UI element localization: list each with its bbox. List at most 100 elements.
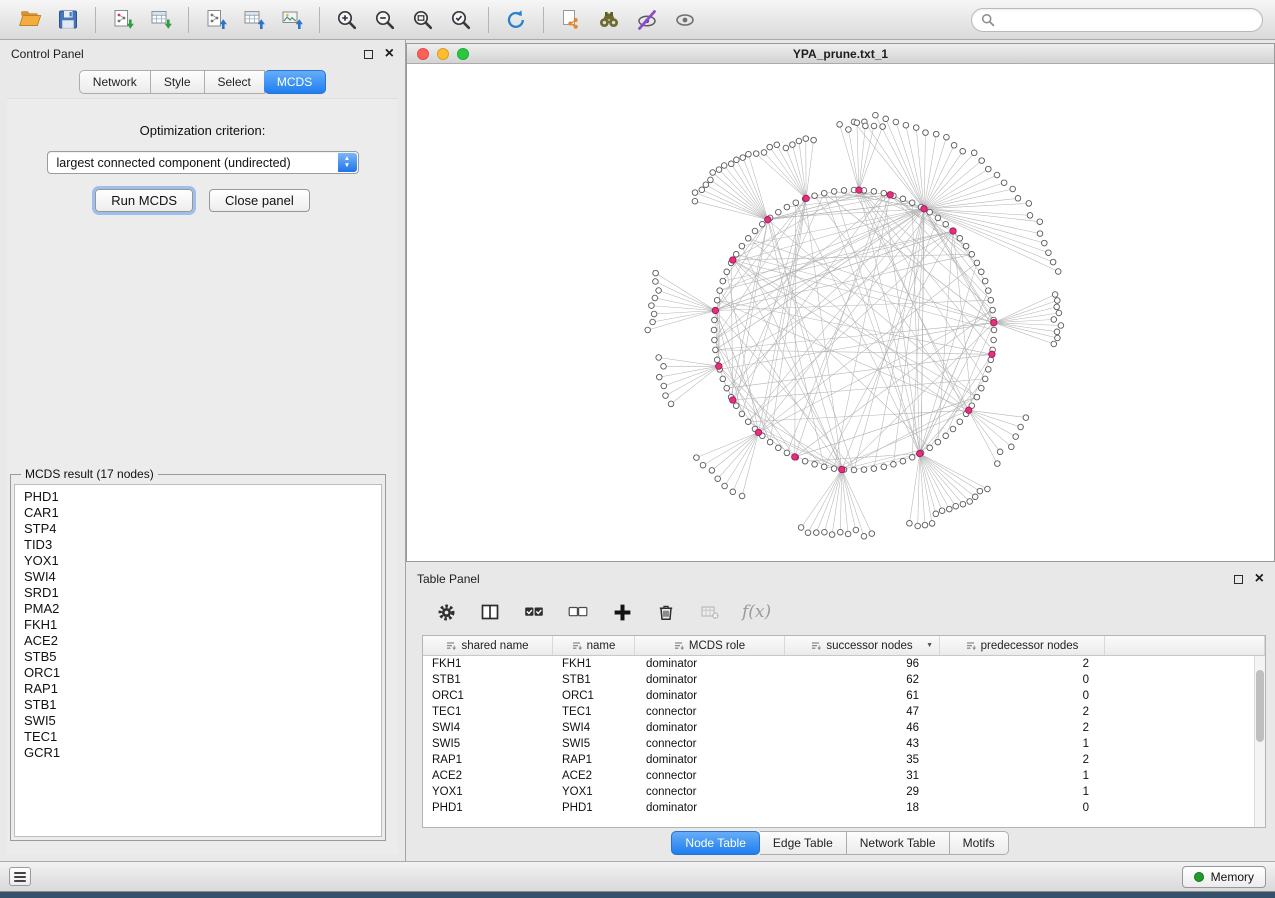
graph-node[interactable] (776, 209, 782, 215)
graph-node[interactable] (990, 307, 996, 313)
graph-node[interactable] (755, 429, 761, 435)
table-row[interactable]: TEC1TEC1connector472 (423, 704, 1265, 720)
graph-node[interactable] (663, 393, 669, 399)
tab-motifs[interactable]: Motifs (950, 831, 1009, 855)
close-window-icon[interactable] (417, 48, 429, 60)
graph-node[interactable] (692, 190, 698, 196)
graph-node[interactable] (1027, 213, 1033, 219)
graph-node[interactable] (909, 455, 915, 461)
mcds-result-item[interactable]: ORC1 (24, 665, 381, 681)
graph-node[interactable] (853, 527, 859, 533)
float-table-panel-icon[interactable] (1234, 575, 1243, 584)
graph-node[interactable] (753, 151, 759, 157)
graph-node[interactable] (841, 188, 847, 194)
zoom-in-button[interactable] (329, 4, 365, 36)
table-row[interactable]: SWI4SWI4dominator462 (423, 720, 1265, 736)
mcds-result-item[interactable]: RAP1 (24, 681, 381, 697)
graph-node[interactable] (957, 419, 963, 425)
graph-node[interactable] (900, 196, 906, 202)
graph-node[interactable] (805, 530, 811, 536)
graph-node[interactable] (821, 464, 827, 470)
graph-node[interactable] (960, 148, 966, 154)
graph-node[interactable] (953, 503, 959, 509)
graph-node[interactable] (927, 209, 933, 215)
graph-node[interactable] (1001, 180, 1007, 186)
graph-node[interactable] (963, 243, 969, 249)
graph-node[interactable] (699, 187, 705, 193)
graph-node[interactable] (935, 215, 941, 221)
graph-node[interactable] (1037, 219, 1043, 225)
graph-node[interactable] (714, 297, 720, 303)
graph-node[interactable] (761, 150, 767, 156)
mcds-result-item[interactable]: STB1 (24, 697, 381, 713)
graph-node[interactable] (943, 221, 949, 227)
graph-node[interactable] (971, 150, 977, 156)
graph-node[interactable] (881, 464, 887, 470)
graph-node[interactable] (829, 532, 835, 538)
graph-node[interactable] (652, 295, 658, 301)
graph-node[interactable] (812, 462, 818, 468)
graph-node[interactable] (793, 200, 799, 206)
graph-node[interactable] (812, 193, 818, 199)
graph-node[interactable] (861, 534, 867, 540)
graph-node[interactable] (713, 347, 719, 353)
criterion-dropdown[interactable]: largest connected component (undirected)… (47, 151, 359, 174)
graph-node[interactable] (929, 521, 935, 527)
show-hide-button[interactable] (667, 4, 703, 36)
graph-node[interactable] (947, 506, 953, 512)
graph-node[interactable] (951, 143, 957, 149)
graph-node[interactable] (950, 228, 956, 234)
select-all-rows-button[interactable] (522, 600, 546, 624)
graph-node[interactable] (982, 278, 988, 284)
graph-node[interactable] (991, 320, 997, 326)
graph-node[interactable] (1026, 201, 1032, 207)
graph-node[interactable] (933, 131, 939, 137)
column-header-name[interactable]: name (553, 636, 635, 655)
graph-node[interactable] (1055, 269, 1061, 275)
graph-node[interactable] (745, 236, 751, 242)
graph-node[interactable] (1042, 240, 1048, 246)
graph-node[interactable] (831, 466, 837, 472)
maximize-window-icon[interactable] (457, 48, 469, 60)
column-header-MCDS-role[interactable]: MCDS role (635, 636, 785, 655)
delete-rows-button[interactable] (654, 600, 678, 624)
graph-node[interactable] (944, 134, 950, 140)
graph-node[interactable] (986, 367, 992, 373)
graph-node[interactable] (974, 394, 980, 400)
graph-node[interactable] (784, 204, 790, 210)
graph-node[interactable] (900, 458, 906, 464)
memory-button[interactable]: Memory (1182, 866, 1266, 888)
graph-node[interactable] (986, 166, 992, 172)
graph-node[interactable] (972, 494, 978, 500)
graph-node[interactable] (1051, 341, 1057, 347)
import-disabled-button[interactable] (698, 600, 722, 624)
graph-node[interactable] (811, 137, 817, 143)
mcds-result-item[interactable]: TID3 (24, 537, 381, 553)
graph-node[interactable] (927, 445, 933, 451)
scrollbar-thumb[interactable] (1256, 670, 1264, 742)
graph-node[interactable] (822, 529, 828, 535)
graph-node[interactable] (921, 206, 927, 212)
network-canvas[interactable] (407, 64, 1274, 561)
mcds-result-list[interactable]: PHD1CAR1STP4TID3YOX1SWI4SRD1PMA2FKH1ACE2… (14, 484, 382, 837)
graph-node[interactable] (740, 155, 746, 161)
graph-node[interactable] (1037, 231, 1043, 237)
graph-node[interactable] (991, 327, 997, 333)
graph-node[interactable] (714, 357, 720, 363)
graph-node[interactable] (717, 288, 723, 294)
graph-node[interactable] (933, 511, 939, 517)
graph-node[interactable] (1052, 292, 1058, 298)
graph-node[interactable] (1023, 415, 1029, 421)
graph-node[interactable] (873, 112, 879, 118)
graph-node[interactable] (837, 122, 843, 128)
mcds-result-item[interactable]: ACE2 (24, 633, 381, 649)
graph-node[interactable] (1010, 186, 1016, 192)
column-header-shared-name[interactable]: shared name (423, 636, 553, 655)
panel-toggle-button[interactable] (9, 867, 31, 886)
graph-node[interactable] (709, 468, 715, 474)
close-table-panel-icon[interactable]: × (1255, 574, 1264, 584)
graph-node[interactable] (703, 182, 709, 188)
graph-node[interactable] (711, 327, 717, 333)
graph-node[interactable] (752, 228, 758, 234)
graph-node[interactable] (712, 337, 718, 343)
